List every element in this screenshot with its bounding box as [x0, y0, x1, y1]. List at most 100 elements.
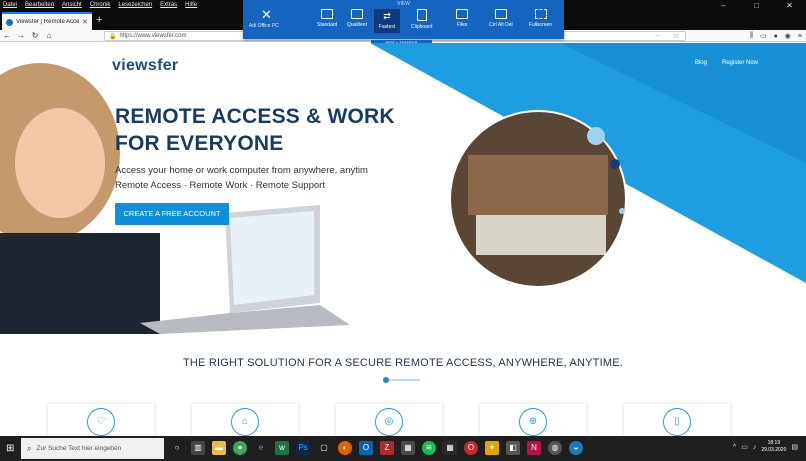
image-icon — [351, 9, 363, 19]
tab-title: Viewsfer | Remote Access Solu — [16, 19, 80, 25]
filezilla-icon[interactable]: Z — [380, 441, 394, 455]
section-title: THE RIGHT SOLUTION FOR A SECURE REMOTE A… — [182, 357, 624, 369]
hero-title-line1: REMOTE ACCESS & WORK — [115, 105, 395, 128]
fullscreen-button[interactable]: Fullscreen — [529, 9, 552, 28]
menu-hilfe[interactable]: Hilfe — [185, 2, 197, 8]
feature-card[interactable]: ▯ — [624, 404, 730, 436]
viewsfer-logo[interactable]: viewsfer — [112, 57, 178, 75]
viewsfer-app-icon[interactable]: ◒ — [569, 441, 583, 455]
menu-datei[interactable]: Datei — [3, 2, 17, 8]
notification-icon[interactable]: ▤ — [791, 443, 798, 451]
chrome-icon[interactable]: ● — [233, 441, 247, 455]
feature-cards: ♡ ⌂ ◎ ⊕ ▯ — [48, 404, 730, 436]
extension-icon[interactable]: ● — [774, 33, 778, 40]
quality-button[interactable]: Qualiteet — [347, 9, 367, 28]
account-icon[interactable]: ◉ — [785, 32, 791, 40]
section-divider — [384, 379, 420, 381]
nav-register[interactable]: Register Now — [722, 60, 758, 66]
quality-label: Qualiteet — [347, 22, 368, 28]
task-view-icon[interactable]: ○ — [170, 441, 184, 455]
hero-subtitle: Access your home or work computer from a… — [115, 165, 368, 176]
opera-icon[interactable]: O — [464, 441, 478, 455]
remote-view-toolbar: VIEW ✕ Adi Office PC Standard Qualiteet … — [243, 0, 564, 39]
mobile-icon: ▯ — [663, 408, 691, 436]
taskbar-search[interactable]: ⌕ Zur Suche Text hier eingeben — [21, 438, 164, 459]
create-account-button[interactable]: CREATE A FREE ACCOUNT — [115, 203, 229, 225]
menu-extras[interactable]: Extras — [160, 2, 177, 8]
site-nav: Blog Register Now — [695, 60, 758, 66]
feature-card[interactable]: ♡ — [48, 404, 154, 436]
hero-tagline: Remote Access · Remote Work · Remote Sup… — [115, 180, 325, 191]
globe-icon: ◎ — [375, 408, 403, 436]
divider-dot — [383, 377, 389, 383]
app-icon[interactable]: ✦ — [485, 441, 499, 455]
back-icon[interactable]: ← — [0, 31, 14, 40]
hero-title-line2: FOR EVERYONE — [115, 132, 284, 155]
toolbar-icons: ⫼ ▭ ● ◉ ≡ — [750, 30, 802, 42]
standard-button[interactable]: Standard — [317, 9, 337, 28]
monitor-icon — [321, 9, 334, 19]
app-icon[interactable]: ▦ — [443, 441, 457, 455]
photoshop-icon[interactable]: Ps — [296, 441, 310, 455]
firefox-icon[interactable]: ◐ — [338, 441, 352, 455]
file-explorer-icon[interactable]: ▬ — [212, 441, 226, 455]
volume-icon[interactable]: ♪ — [753, 444, 757, 451]
lock-icon: 🔒 — [109, 33, 117, 40]
edge-icon[interactable]: e — [254, 441, 268, 455]
network-icon[interactable]: ▭ — [741, 443, 748, 451]
feature-card[interactable]: ◎ — [336, 404, 442, 436]
app-icon[interactable]: ◧ — [506, 441, 520, 455]
app-icon[interactable]: w — [275, 441, 289, 455]
clipboard-label: Clipboard — [411, 24, 433, 30]
fastest-button[interactable]: ⇄ Fastest — [374, 9, 400, 33]
windows-start-icon[interactable]: ⊞ — [6, 443, 14, 454]
system-tray: ^ ▭ ♪ 18:19 29.03.2020 ▤ — [733, 440, 798, 454]
menu-lesezeichen[interactable]: Lesezeichen — [118, 2, 152, 8]
spotify-icon[interactable]: ≋ — [422, 441, 436, 455]
feature-card[interactable]: ⊕ — [480, 404, 586, 436]
close-icon: ✕ — [261, 7, 272, 22]
menu-icon[interactable]: ≡ — [798, 33, 802, 40]
browser-tab[interactable]: Viewsfer | Remote Access Solu ✕ — [2, 12, 92, 30]
app-icon[interactable]: ▢ — [317, 441, 331, 455]
forward-icon[interactable]: → — [14, 31, 28, 40]
sidebar-icon[interactable]: ▭ — [760, 32, 767, 40]
clock-time: 18:19 — [767, 440, 781, 446]
menu-ansicht[interactable]: Ansicht — [62, 2, 82, 8]
expand-icon — [534, 9, 547, 19]
outlook-icon[interactable]: O — [359, 441, 373, 455]
page-actions-icon[interactable]: ··· — [655, 33, 661, 39]
files-button[interactable]: Files — [456, 9, 468, 28]
new-tab-icon[interactable]: + — [96, 13, 102, 27]
nav-blog[interactable]: Blog — [695, 60, 707, 66]
search-placeholder: Zur Suche Text hier eingeben — [36, 445, 122, 452]
library-icon[interactable]: ⫼ — [750, 32, 753, 40]
menu-chronik[interactable]: Chronik — [90, 2, 111, 8]
favicon-icon — [6, 18, 13, 26]
feature-card[interactable]: ⌂ — [192, 404, 298, 436]
toolbar-header: VIEW — [397, 1, 410, 7]
files-label: Files — [456, 22, 468, 28]
arrows-icon: ⇄ — [383, 11, 391, 21]
bookmark-star-icon[interactable]: ☆ — [673, 32, 679, 40]
app-icon[interactable]: N — [527, 441, 541, 455]
menu-bearbeiten[interactable]: Bearbeiten — [25, 2, 54, 8]
clock[interactable]: 18:19 29.03.2020 — [761, 440, 786, 454]
fullscreen-label: Fullscreen — [529, 22, 553, 28]
standard-label: Standard — [317, 22, 338, 28]
app-icon[interactable]: ▦ — [401, 441, 415, 455]
tray-chevron-icon[interactable]: ^ — [733, 444, 736, 451]
ctrl-alt-del-button[interactable]: Ctrl Alt Del — [489, 9, 513, 28]
fastest-label: Fastest — [378, 24, 396, 30]
reload-icon[interactable]: ↻ — [28, 31, 42, 40]
keyboard-icon — [494, 9, 507, 19]
search-icon: ⌕ — [27, 443, 32, 453]
tab-close-icon[interactable]: ✕ — [82, 18, 88, 26]
task-switch-icon[interactable]: ▥ — [191, 441, 205, 455]
close-session-button[interactable]: ✕ Adi Office PC — [249, 8, 309, 29]
url-text: https://www.viewsfer.com — [119, 33, 187, 39]
clipboard-button[interactable]: Clipboard — [411, 9, 432, 30]
home-icon[interactable]: ⌂ — [42, 31, 56, 40]
app-icon[interactable]: ◍ — [548, 441, 562, 455]
heart-icon: ♡ — [87, 408, 115, 436]
